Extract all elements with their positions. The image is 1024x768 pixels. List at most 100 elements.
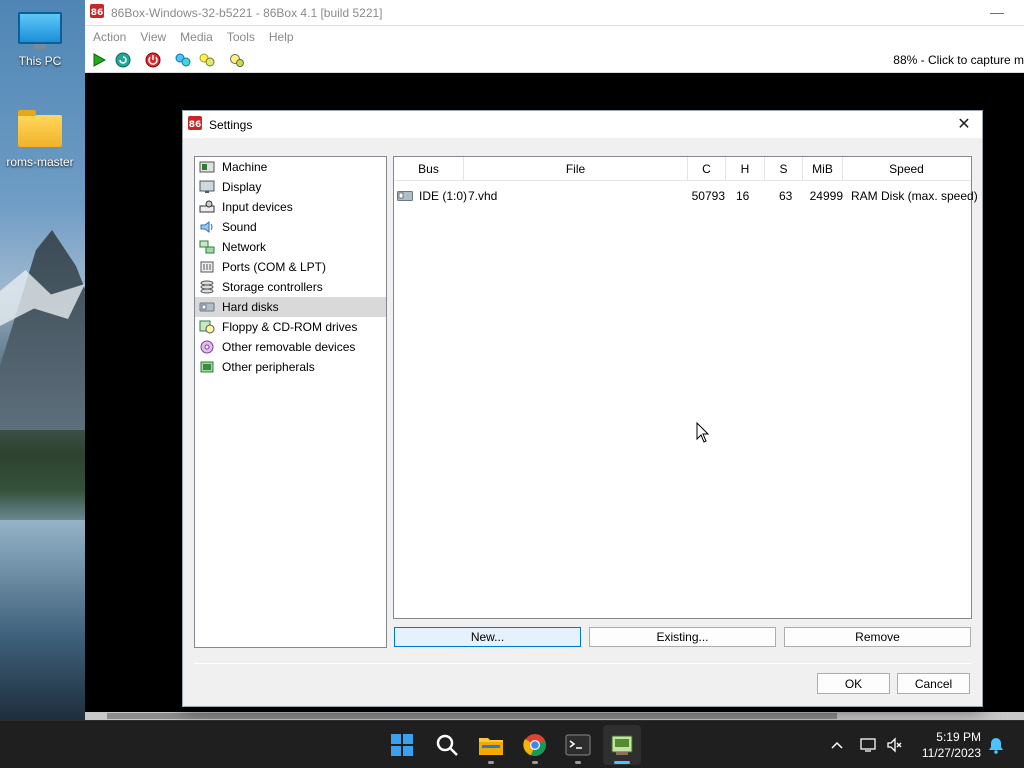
column-header-c[interactable]: C <box>688 157 726 180</box>
table-row[interactable]: IDE (1:0) 7.vhd 50793 16 63 24999 RAM Di… <box>394 181 978 211</box>
nav-item-label: Hard disks <box>222 300 279 314</box>
scrollbar-thumb[interactable] <box>107 713 837 719</box>
nav-item-peripherals[interactable]: Other peripherals <box>195 357 386 377</box>
ctrl-alt-del-icon[interactable] <box>173 50 193 70</box>
main-toolbar: 88% - Click to capture m <box>85 48 1024 73</box>
file-explorer-icon[interactable] <box>477 731 505 759</box>
clock-date: 11/27/2023 <box>921 746 981 760</box>
column-header-speed[interactable]: Speed <box>843 157 970 180</box>
nav-item-label: Other removable devices <box>222 340 356 354</box>
ok-button[interactable]: OK <box>817 673 890 694</box>
reset-icon[interactable] <box>113 50 133 70</box>
wallpaper-lake <box>0 520 85 720</box>
nav-item-removable-devices[interactable]: Other removable devices <box>195 337 386 357</box>
new-button[interactable]: New... <box>394 627 581 647</box>
nav-item-network[interactable]: Network <box>195 237 386 257</box>
nav-item-label: Input devices <box>222 200 293 214</box>
nav-item-label: Other peripherals <box>222 360 315 374</box>
folder-icon <box>18 110 62 147</box>
menu-view[interactable]: View <box>136 30 174 44</box>
cell-bus: IDE (1:0) <box>394 189 467 203</box>
nav-item-label: Storage controllers <box>222 280 323 294</box>
cell-mib: 24999 <box>809 189 843 203</box>
play-icon[interactable] <box>89 50 109 70</box>
desktop-icon-label: This PC <box>18 54 62 68</box>
power-icon[interactable] <box>143 50 163 70</box>
menu-media[interactable]: Media <box>176 30 221 44</box>
removable-devices-icon <box>198 339 215 355</box>
network-status-icon[interactable] <box>860 721 878 768</box>
svg-text:86: 86 <box>189 120 202 130</box>
minimize-button[interactable]: — <box>990 4 1004 20</box>
86box-logo-icon: 86 <box>187 115 203 134</box>
search-icon[interactable] <box>433 731 461 759</box>
mouse-cursor <box>696 421 710 447</box>
volume-muted-icon[interactable] <box>886 721 904 768</box>
floppy-cdrom-icon <box>198 319 215 335</box>
taskbar-indicator <box>575 761 581 764</box>
menu-action[interactable]: Action <box>89 30 134 44</box>
nav-item-label: Display <box>222 180 262 194</box>
nav-item-label: Machine <box>222 160 268 174</box>
nav-item-machine[interactable]: Machine <box>195 157 386 177</box>
desktop-icon-label: roms-master <box>6 155 74 169</box>
main-window-title: 86Box-Windows-32-b5221 - 86Box 4.1 [buil… <box>111 5 383 20</box>
close-icon[interactable]: ✕ <box>954 114 974 134</box>
system-clock[interactable]: 5:19 PM 11/27/2023 <box>922 729 981 761</box>
desktop-icon-this-pc[interactable]: This PC <box>0 12 80 68</box>
network-icon <box>198 239 215 255</box>
settings-title: Settings <box>209 117 253 132</box>
chrome-icon[interactable] <box>521 731 549 759</box>
table-header: Bus File C H S MiB Speed <box>394 157 971 181</box>
settings-titlebar[interactable]: 86 Settings ✕ <box>183 111 982 138</box>
nav-item-label: Floppy & CD-ROM drives <box>222 320 358 334</box>
nav-item-sound[interactable]: Sound <box>195 217 386 237</box>
clock-time: 5:19 PM <box>936 730 981 744</box>
existing-button[interactable]: Existing... <box>589 627 776 647</box>
input-devices-icon <box>198 199 215 215</box>
computer-icon <box>18 12 62 49</box>
settings-dialog: 86 Settings ✕ Machine Display Input devi… <box>182 110 983 707</box>
horizontal-scrollbar[interactable] <box>85 712 1024 720</box>
ports-icon <box>198 259 215 275</box>
nav-item-input-devices[interactable]: Input devices <box>195 197 386 217</box>
main-titlebar[interactable]: 86 86Box-Windows-32-b5221 - 86Box 4.1 [b… <box>85 0 1024 26</box>
ctrl-alt-esc-icon[interactable] <box>197 50 217 70</box>
nav-item-floppy-cdrom[interactable]: Floppy & CD-ROM drives <box>195 317 386 337</box>
storage-controllers-icon <box>198 279 215 295</box>
desktop-icon-roms-master[interactable]: roms-master <box>0 110 80 169</box>
nav-item-label: Ports (COM & LPT) <box>222 260 327 274</box>
menu-help[interactable]: Help <box>265 30 302 44</box>
remove-button[interactable]: Remove <box>784 627 971 647</box>
nav-item-hard-disks[interactable]: Hard disks <box>195 297 386 317</box>
cancel-button[interactable]: Cancel <box>897 673 970 694</box>
menu-tools[interactable]: Tools <box>223 30 263 44</box>
86box-icon[interactable] <box>608 731 636 759</box>
column-header-mib[interactable]: MiB <box>803 157 843 180</box>
settings-icon[interactable] <box>227 50 247 70</box>
taskbar-indicator <box>488 761 494 764</box>
display-icon <box>198 179 215 195</box>
status-capture-text[interactable]: 88% - Click to capture m <box>893 53 1024 67</box>
cell-s: 63 <box>779 189 793 203</box>
column-header-file[interactable]: File <box>464 157 688 180</box>
column-header-s[interactable]: S <box>765 157 803 180</box>
nav-item-storage-controllers[interactable]: Storage controllers <box>195 277 386 297</box>
column-header-bus[interactable]: Bus <box>394 157 464 180</box>
taskbar: 5:19 PM 11/27/2023 <box>0 720 1024 768</box>
cell-c: 50793 <box>691 189 725 203</box>
settings-nav-list: Machine Display Input devices Sound Netw… <box>194 156 387 648</box>
show-hidden-icons-icon[interactable] <box>830 721 844 768</box>
terminal-icon[interactable] <box>564 731 592 759</box>
sound-icon <box>198 219 215 235</box>
notification-bell-icon[interactable] <box>988 721 1004 768</box>
peripherals-icon <box>198 359 215 375</box>
nav-item-display[interactable]: Display <box>195 177 386 197</box>
hard-disk-table: Bus File C H S MiB Speed IDE (1:0) 7.vhd… <box>393 156 978 619</box>
menu-bar: Action View Media Tools Help <box>85 26 1024 48</box>
cell-speed: RAM Disk (max. speed) <box>851 189 978 203</box>
column-header-h[interactable]: H <box>726 157 765 180</box>
start-icon[interactable] <box>388 731 416 759</box>
cell-file: 7.vhd <box>468 189 498 203</box>
nav-item-ports[interactable]: Ports (COM & LPT) <box>195 257 386 277</box>
